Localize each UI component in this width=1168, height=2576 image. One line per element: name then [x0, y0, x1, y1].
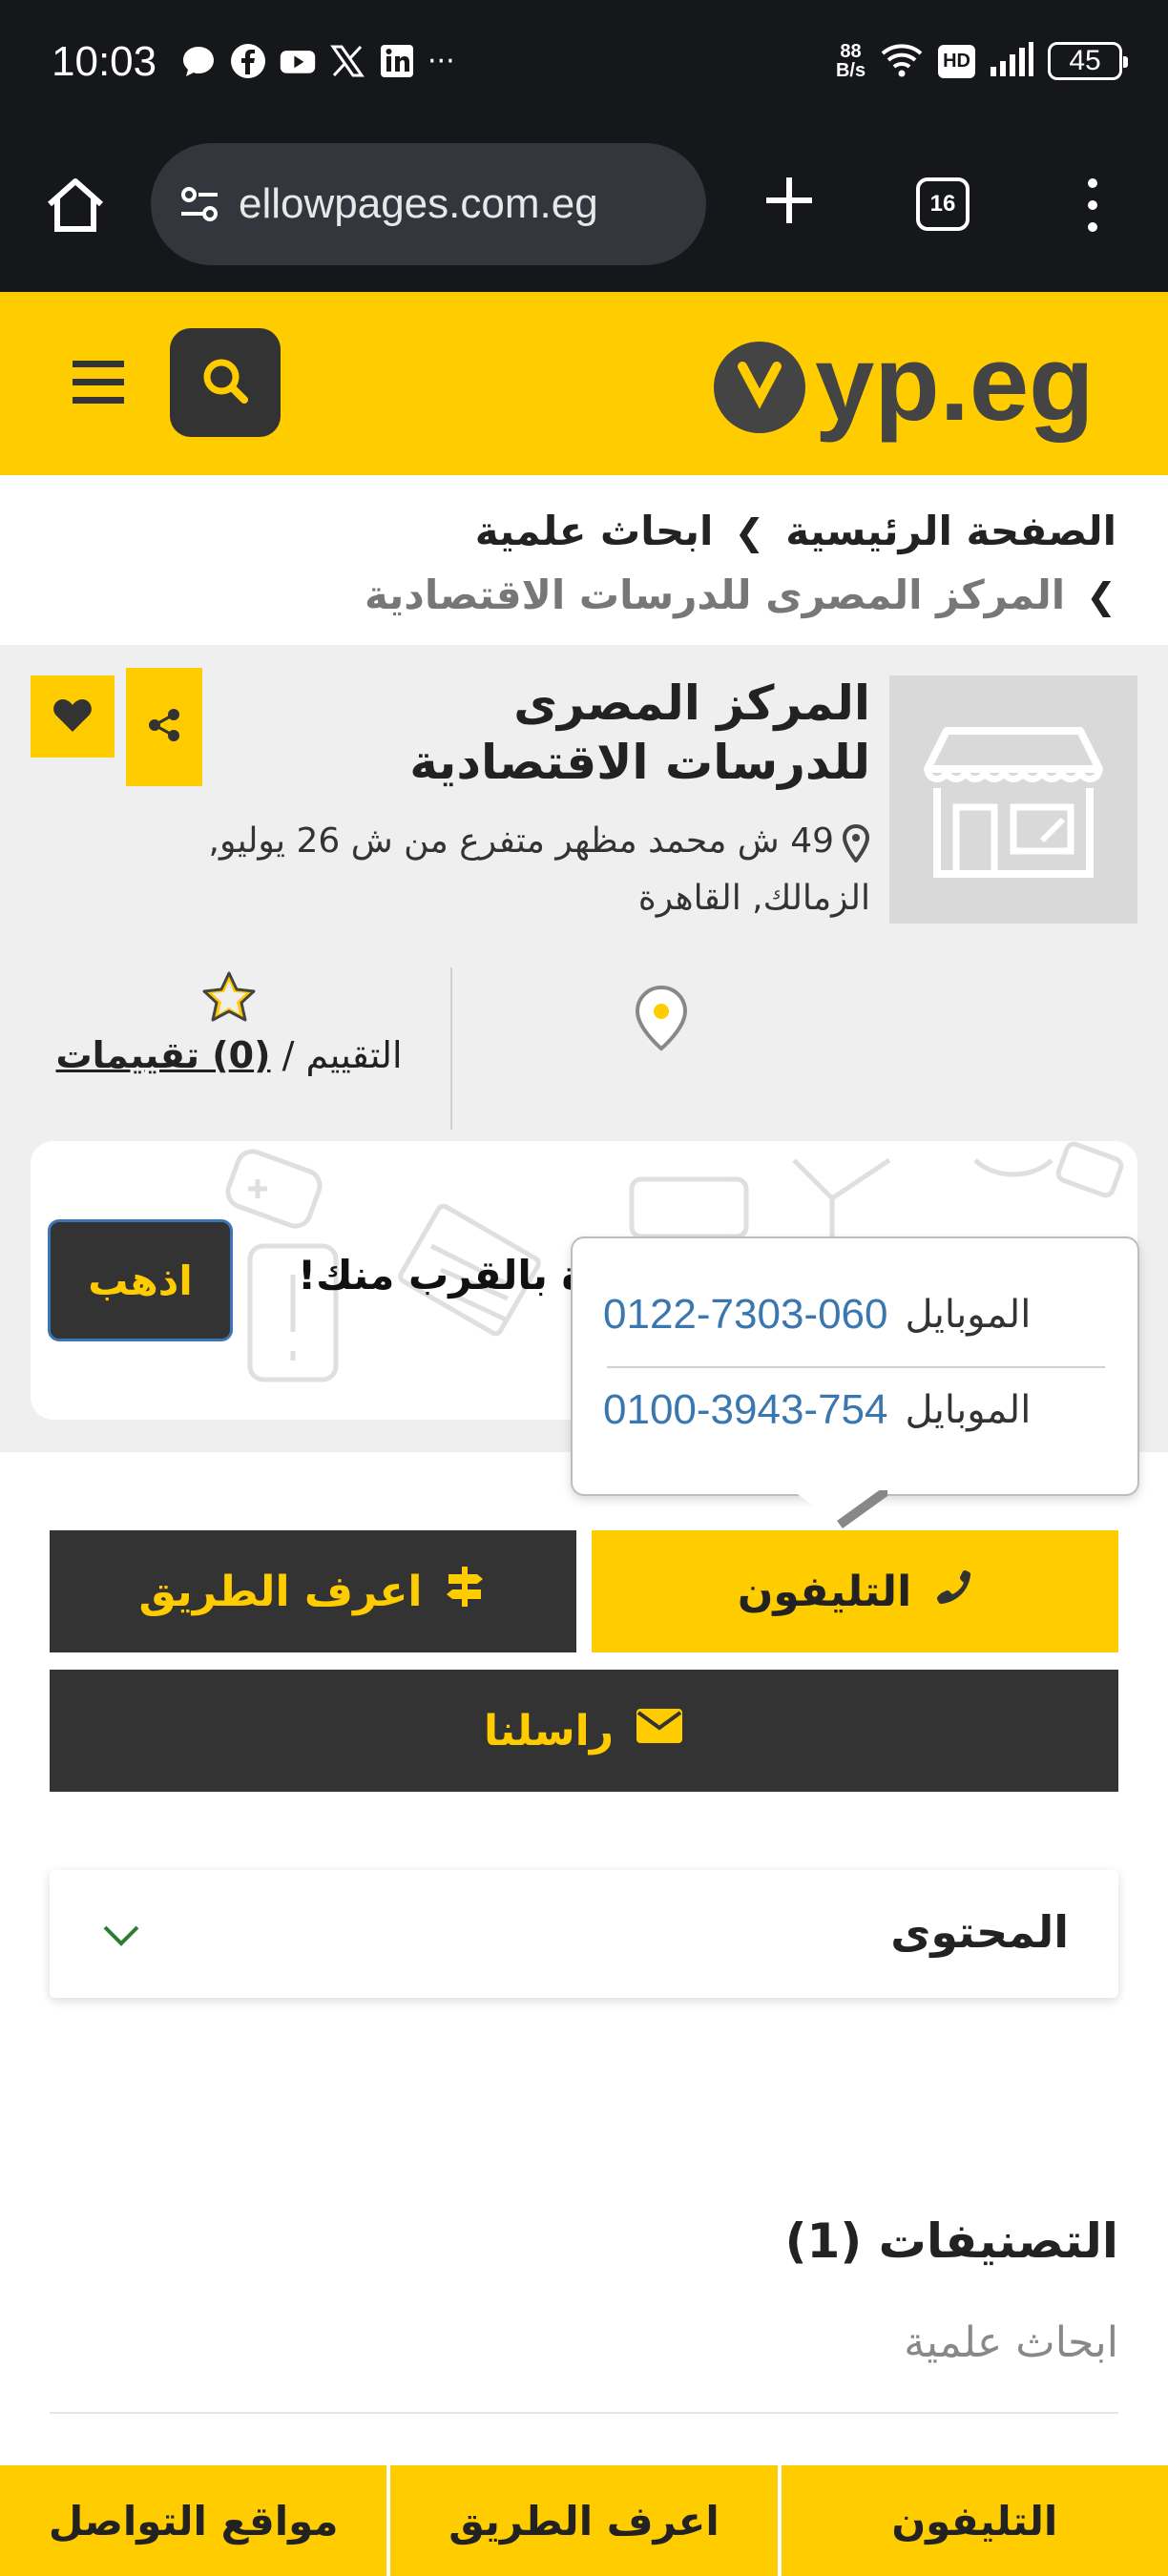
business-address: 49 ش محمد مظهر متفرع من ش 26 يوليو, الزم…	[208, 821, 870, 918]
accordion-title: المحتوى	[890, 1906, 1069, 1958]
net-speed: 88 B/s	[835, 41, 866, 81]
phone-row[interactable]: الموبايل 0100-3943-754	[603, 1370, 1090, 1450]
site-logo[interactable]: yp.eg	[712, 321, 1122, 445]
popup-pointer	[792, 1490, 887, 1529]
status-time: 10:03	[52, 38, 157, 85]
battery-indicator: 45	[1048, 42, 1128, 80]
phone-label: الموبايل	[905, 1388, 1032, 1432]
storefront-icon	[918, 702, 1109, 897]
linkedin-icon	[378, 42, 416, 80]
chevron-left-icon: ❯	[734, 511, 765, 553]
new-tab-icon[interactable]	[759, 170, 820, 231]
nearby-text: ة بالقرب منك!	[298, 1252, 586, 1298]
chevron-left-icon: ❯	[1086, 575, 1116, 617]
notification-icons: ···	[179, 42, 455, 80]
map-pin-icon[interactable]	[634, 985, 689, 1051]
share-button[interactable]	[126, 668, 202, 786]
address-bar[interactable]: ellowpages.com.eg	[151, 143, 706, 265]
x-icon	[328, 42, 366, 80]
bottom-phone-button[interactable]: التليفون	[777, 2465, 1168, 2576]
phone-number-link[interactable]: 0122-7303-060	[603, 1291, 887, 1339]
phone-numbers-popup: الموبايل 0122-7303-060 الموبايل 0100-394…	[571, 1236, 1139, 1496]
tab-switcher-button[interactable]: 16	[916, 177, 970, 231]
favorite-button[interactable]	[31, 675, 115, 758]
status-bar: 10:03 ··· 88 B/s HD 45	[0, 0, 1168, 134]
wifi-icon	[879, 40, 925, 82]
rating-section[interactable]: التقييم / (0) تقييمات	[38, 969, 420, 1076]
bottom-action-bar: مواقع التواصل اعرف الطريق التليفون	[0, 2465, 1168, 2576]
divider	[607, 1366, 1105, 1368]
breadcrumb: الصفحة الرئيسية ❯ ابحاث علمية ❯ المركز المص…	[67, 500, 1116, 628]
browser-toolbar: ellowpages.com.eg 16	[0, 134, 1168, 292]
svg-text:yp.eg: yp.eg	[815, 323, 1095, 443]
heart-icon	[52, 696, 94, 737]
rating-text: التقييم / (0) تقييمات	[55, 1034, 403, 1076]
search-button[interactable]	[170, 328, 281, 437]
directions-button[interactable]: اعرف الطريق	[50, 1530, 576, 1652]
more-options-icon[interactable]	[1078, 172, 1107, 239]
breadcrumb-current: المركز المصرى للدرسات الاقتصادية	[365, 571, 1066, 618]
phone-number-link[interactable]: 0100-3943-754	[603, 1386, 887, 1434]
site-settings-icon[interactable]	[172, 176, 229, 233]
divider	[50, 2412, 1118, 2414]
phone-label: الموبايل	[905, 1293, 1032, 1337]
categories-heading: التصنيفات (1)	[784, 2213, 1118, 2269]
location-pin-icon	[842, 823, 870, 864]
star-icon	[199, 969, 259, 1027]
breadcrumb-home[interactable]: الصفحة الرئيسية	[785, 508, 1116, 554]
overflow-icon: ···	[428, 44, 455, 78]
youtube-icon	[279, 42, 317, 80]
business-thumbnail	[889, 675, 1137, 924]
phone-button[interactable]: التليفون	[592, 1530, 1118, 1652]
phone-row[interactable]: الموبايل 0122-7303-060	[603, 1275, 1090, 1355]
url-text: ellowpages.com.eg	[239, 180, 598, 227]
bottom-directions-button[interactable]: اعرف الطريق	[386, 2465, 777, 2576]
chat-icon	[179, 42, 218, 80]
site-header: yp.eg	[0, 292, 1168, 475]
hamburger-menu-icon[interactable]	[69, 355, 128, 410]
share-icon	[145, 706, 183, 748]
signal-icon	[989, 40, 1034, 82]
search-icon	[198, 354, 252, 411]
facebook-icon	[229, 42, 267, 80]
divider	[450, 967, 452, 1130]
envelope-icon	[635, 1707, 684, 1755]
phone-icon	[932, 1567, 972, 1617]
breadcrumb-category[interactable]: ابحاث علمية	[475, 508, 714, 554]
category-link[interactable]: ابحاث علمية	[904, 2318, 1118, 2367]
message-button[interactable]: راسلنا	[50, 1670, 1118, 1792]
hd-badge: HD	[938, 44, 975, 78]
status-right: 88 B/s HD 45	[835, 40, 1128, 82]
home-icon[interactable]	[42, 172, 109, 239]
go-button[interactable]: اذهب	[48, 1219, 233, 1341]
business-name: المركز المصرى للدرسات الاقتصادية	[409, 675, 870, 790]
signpost-icon	[443, 1565, 487, 1619]
chevron-down-icon	[99, 1912, 143, 1956]
reviews-link[interactable]: (0) تقييمات	[55, 1034, 270, 1076]
bottom-social-button[interactable]: مواقع التواصل	[0, 2465, 386, 2576]
content-accordion[interactable]: المحتوى	[50, 1870, 1118, 1998]
